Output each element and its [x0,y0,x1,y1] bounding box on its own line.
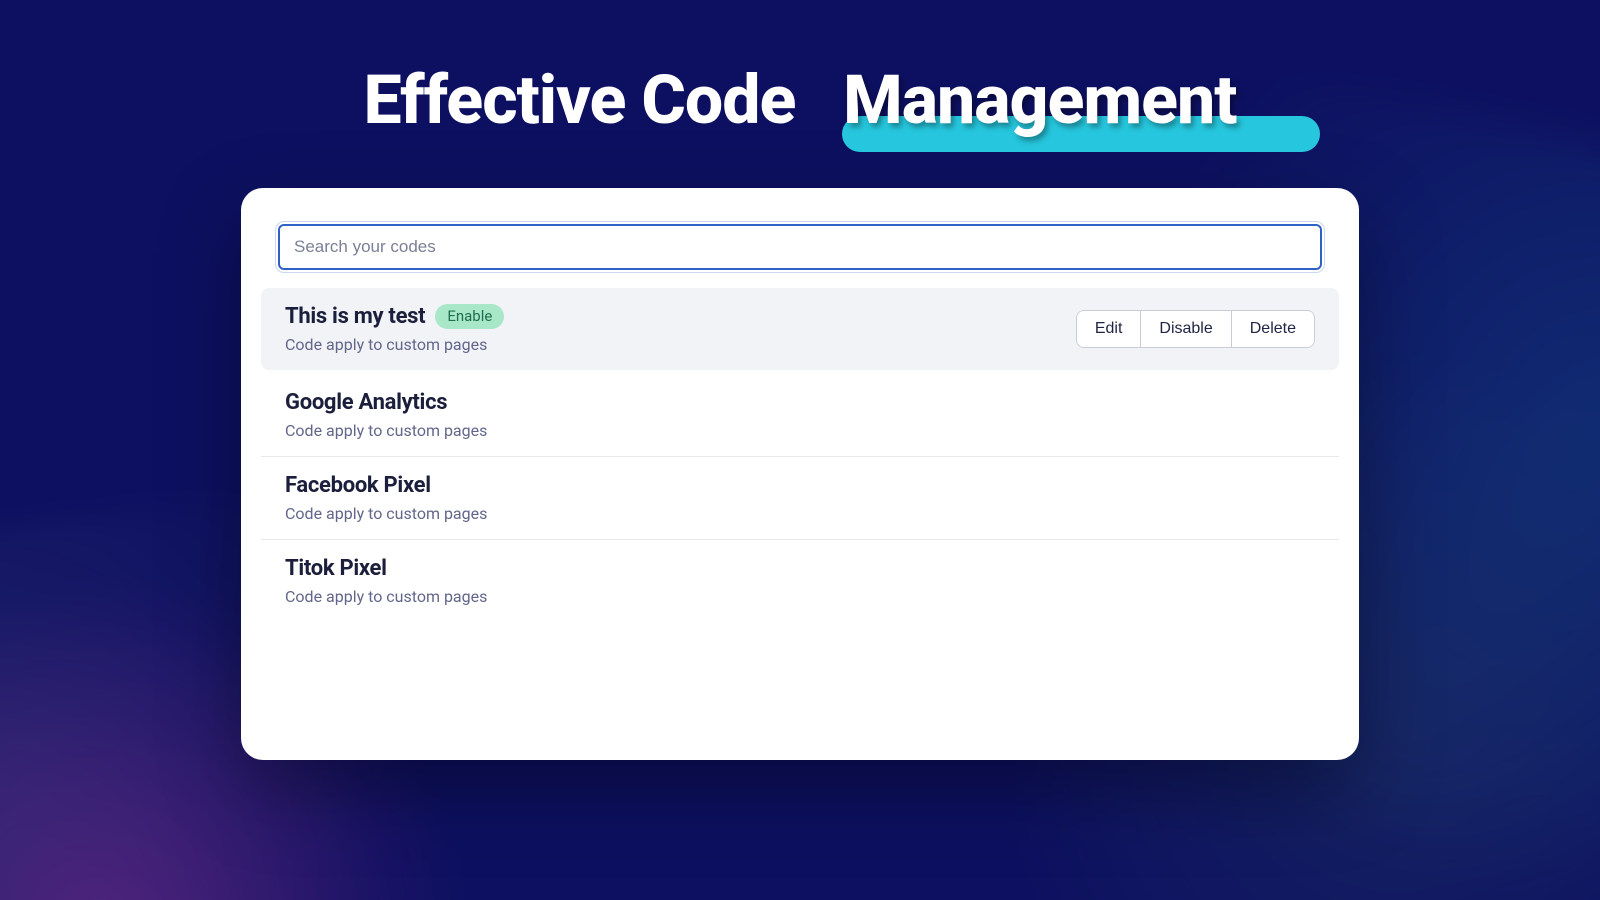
code-row[interactable]: This is my test Enable Code apply to cus… [261,288,1339,370]
code-row-title: Google Analytics [285,390,447,415]
code-row-info: Titok Pixel Code apply to custom pages [285,556,487,606]
code-row-info: Facebook Pixel Code apply to custom page… [285,473,487,523]
code-row-subtitle: Code apply to custom pages [285,335,504,354]
code-row-info: This is my test Enable Code apply to cus… [285,304,504,354]
delete-button[interactable]: Delete [1232,311,1314,347]
code-row[interactable]: Facebook Pixel Code apply to custom page… [261,457,1339,540]
code-list-card: This is my test Enable Code apply to cus… [241,188,1359,760]
code-row-title: Facebook Pixel [285,473,431,498]
disable-button[interactable]: Disable [1141,311,1231,347]
code-row[interactable]: Google Analytics Code apply to custom pa… [261,374,1339,457]
code-row-subtitle: Code apply to custom pages [285,504,487,523]
edit-button[interactable]: Edit [1077,311,1142,347]
code-row-actions: Edit Disable Delete [1076,310,1315,348]
code-row[interactable]: Titok Pixel Code apply to custom pages [261,540,1339,622]
hero-title: Effective Code Management [364,60,1237,140]
hero-title-word1: Effective Code [364,60,796,140]
code-row-subtitle: Code apply to custom pages [285,587,487,606]
status-badge: Enable [435,304,504,329]
code-row-info: Google Analytics Code apply to custom pa… [285,390,487,440]
code-rows: This is my test Enable Code apply to cus… [261,288,1339,622]
hero-section: Effective Code Management [0,0,1600,140]
code-row-title: Titok Pixel [285,556,387,581]
code-row-subtitle: Code apply to custom pages [285,421,487,440]
hero-title-word2: Management [843,60,1236,140]
search-input[interactable] [278,224,1322,270]
code-row-title: This is my test [285,304,425,329]
